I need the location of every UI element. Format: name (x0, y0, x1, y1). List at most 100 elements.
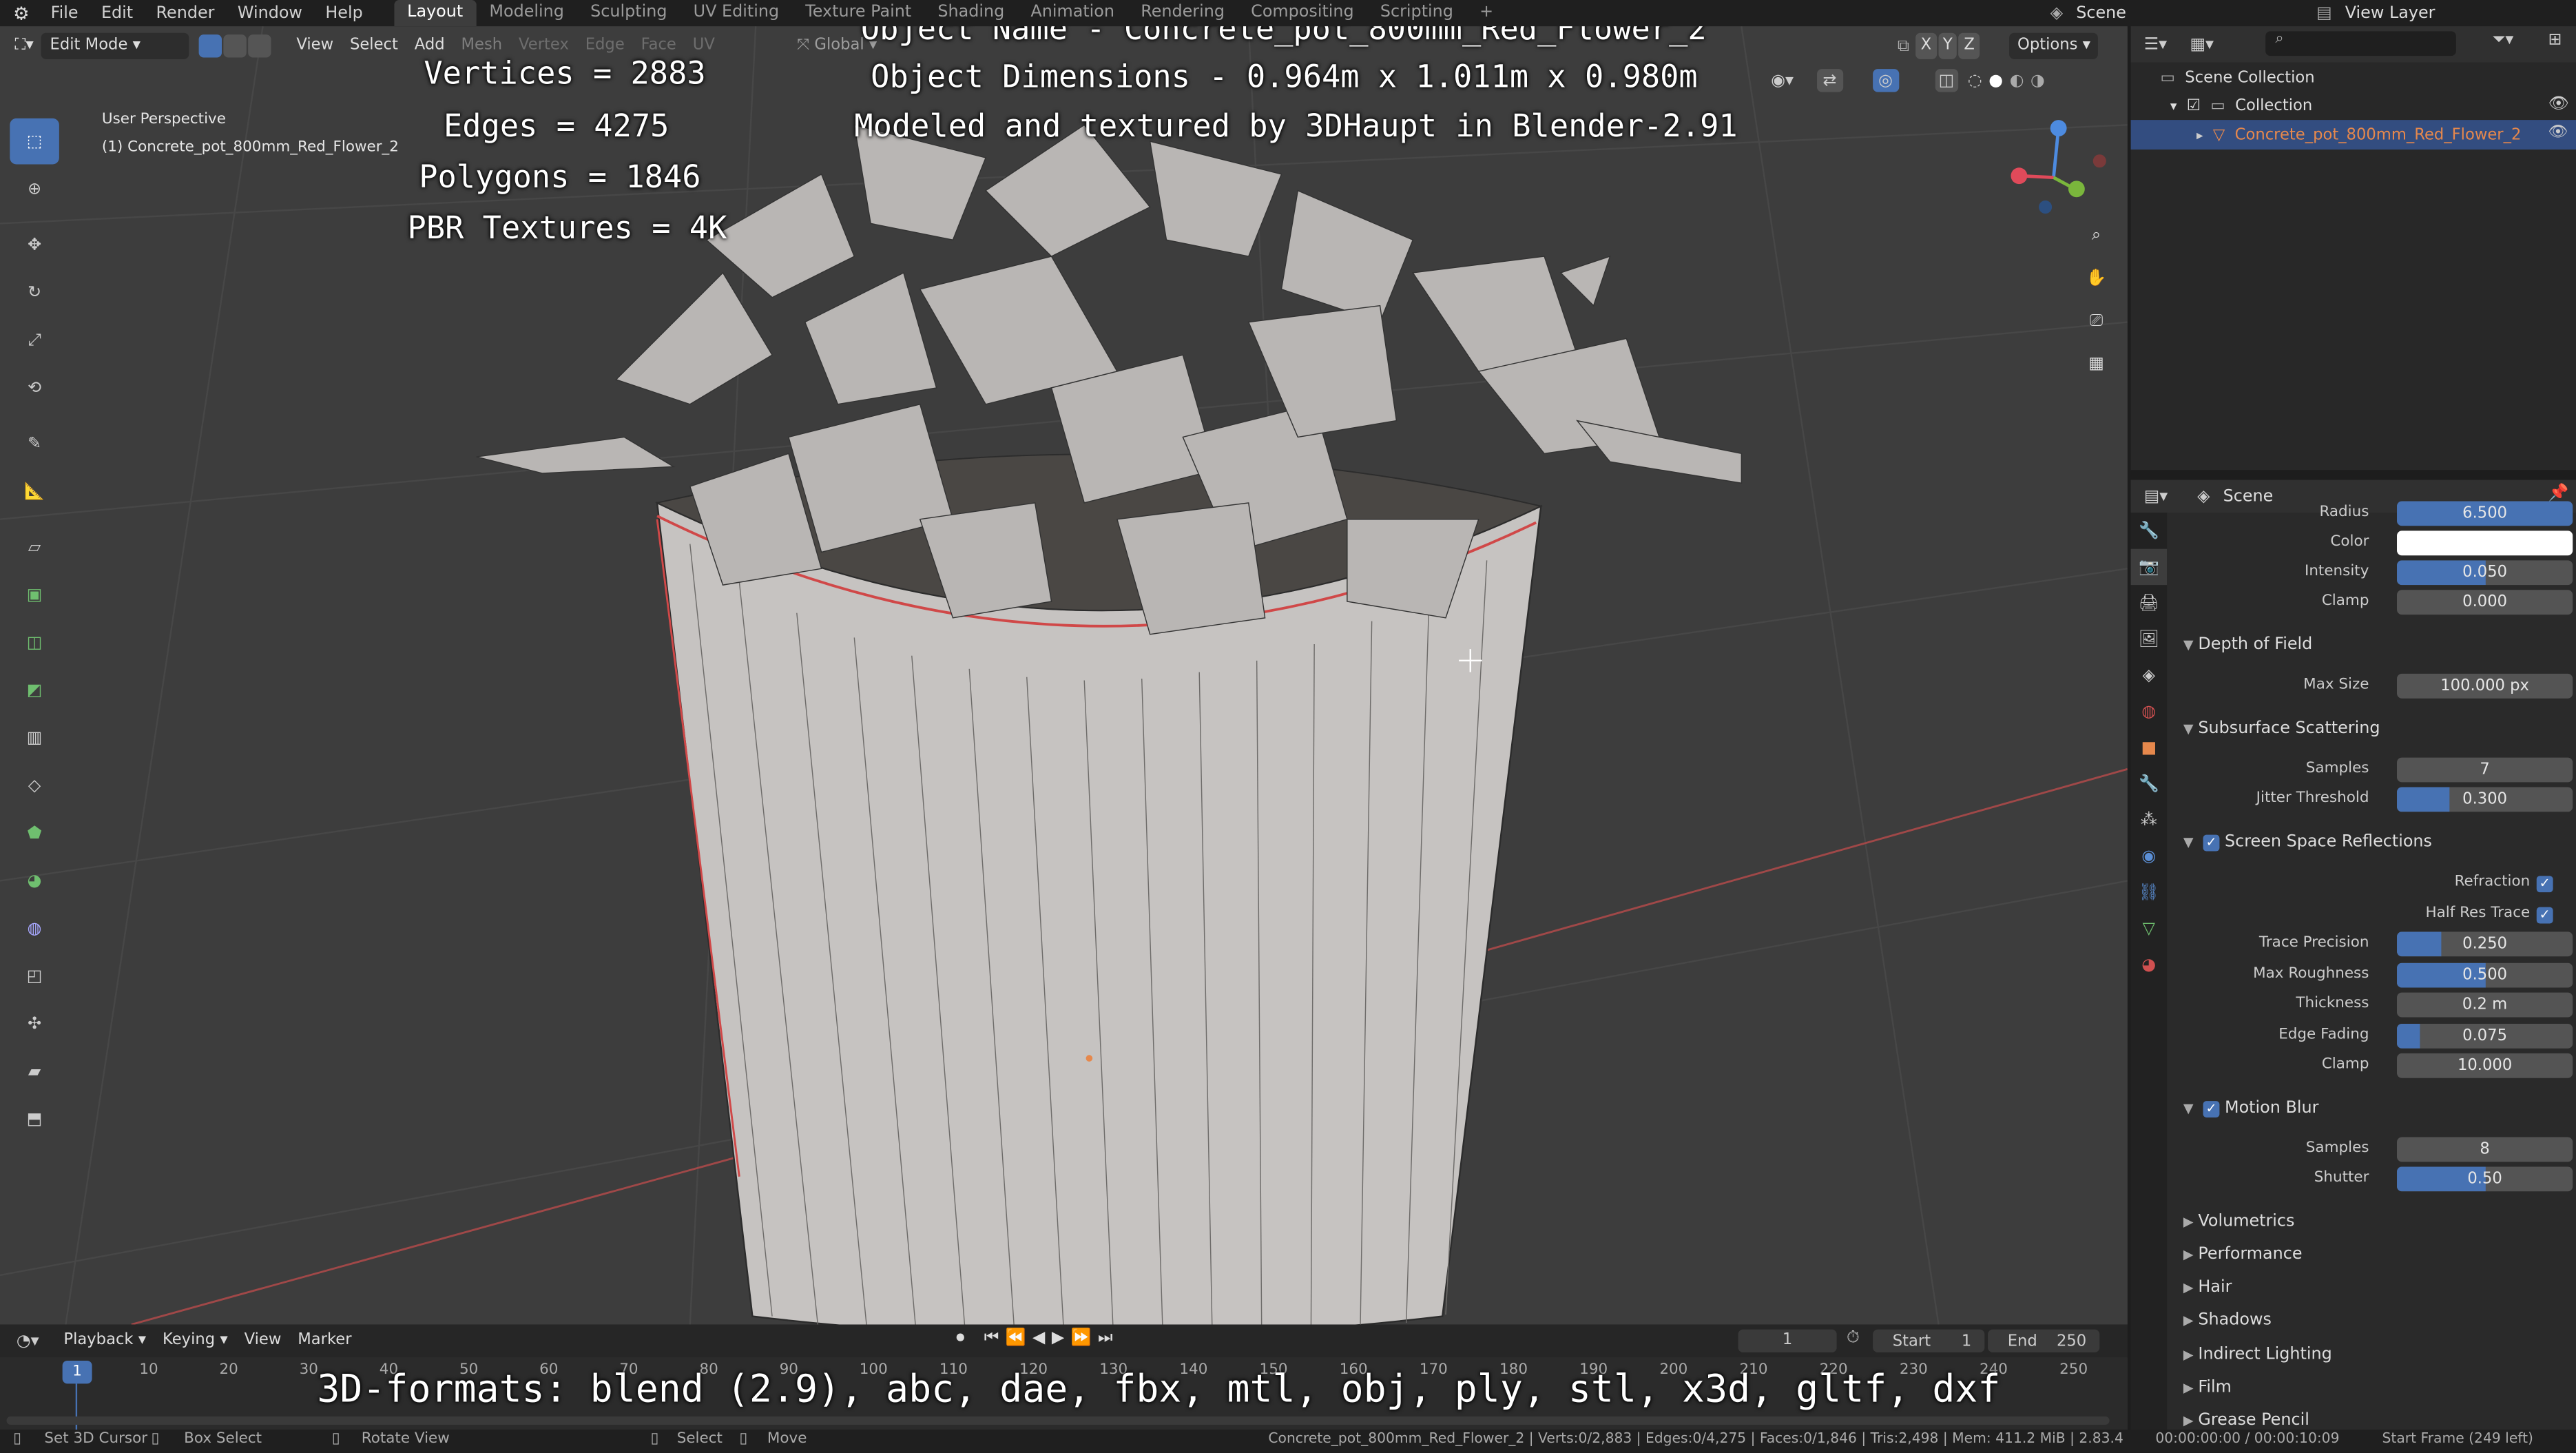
tab-sculpting[interactable]: Sculpting (577, 0, 681, 26)
tab-rendering[interactable]: Rendering (1128, 0, 1238, 26)
edge-slide-tool-icon[interactable]: ◰ (10, 953, 59, 999)
select-box-tool-icon[interactable]: ⬚ (10, 118, 59, 165)
dof-section-header[interactable]: ▼ Depth of Field (2167, 631, 2576, 664)
bloom-intensity-slider[interactable]: 0.050 (2397, 560, 2573, 586)
tab-uv-editing[interactable]: UV Editing (681, 0, 793, 26)
outliner-search-input[interactable]: ⌕ (2265, 31, 2456, 56)
outliner-editor-type-icon[interactable]: ☰▾ (2144, 35, 2167, 53)
rip-tool-icon[interactable]: ⬒ (10, 1096, 59, 1142)
axis-z-toggle[interactable]: Z (1959, 32, 1980, 59)
scene-tab-icon[interactable]: ◈ (2131, 657, 2167, 693)
viewport-scene[interactable] (0, 26, 2128, 1325)
render-tab-icon[interactable]: 📷 (2130, 548, 2168, 586)
playhead[interactable]: 1 (62, 1360, 92, 1384)
menu-window[interactable]: Window (238, 4, 302, 22)
motion-blur-section-header[interactable]: ▼ ✓ Motion Blur (2167, 1095, 2576, 1128)
bloom-color-swatch[interactable] (2397, 530, 2573, 556)
outliner-collection[interactable]: ▾ ☑ ▭ Collection (2170, 97, 2312, 115)
bevel-tool-icon[interactable]: ◩ (10, 667, 59, 713)
display-mode-icon[interactable]: ▦▾ (2190, 35, 2214, 53)
rotate-tool-icon[interactable]: ↻ (10, 269, 59, 316)
options-button[interactable]: Options ▾ (2009, 32, 2099, 59)
smooth-tool-icon[interactable]: ◍ (10, 905, 59, 951)
motion-blur-enable-checkbox[interactable]: ✓ (2203, 1101, 2220, 1117)
vertex-select-mode-icon[interactable] (199, 34, 223, 58)
poly-build-tool-icon[interactable]: ⬟ (10, 810, 59, 856)
mb-samples-field[interactable]: 8 (2397, 1137, 2573, 1162)
tab-shading[interactable]: Shading (924, 0, 1017, 26)
jump-start-icon[interactable]: ⏮ (984, 1330, 999, 1348)
knife-tool-icon[interactable]: ◇ (10, 763, 59, 809)
wireframe-shading-icon[interactable]: ◌ (1968, 72, 1982, 90)
world-tab-icon[interactable]: ◍ (2131, 694, 2167, 730)
move-tool-icon[interactable]: ✥ (10, 222, 59, 268)
bloom-clamp-field[interactable]: 0.000 (2397, 590, 2573, 615)
properties-editor-type-icon[interactable]: ▤▾ (2144, 487, 2168, 505)
transform-tool-icon[interactable]: ⟲ (10, 365, 59, 411)
mode-selector[interactable]: Edit Mode ▾ (41, 32, 190, 59)
tool-tab-icon[interactable]: 🔧 (2131, 513, 2167, 548)
material-shading-icon[interactable]: ◐ (2010, 72, 2024, 90)
data-tab-icon[interactable]: ▽ (2131, 910, 2167, 946)
ssr-section-header[interactable]: ▼ ✓ Screen Space Reflections (2167, 828, 2576, 861)
sss-jitter-slider[interactable]: 0.300 (2397, 787, 2573, 812)
extrude-tool-icon[interactable]: ▣ (10, 572, 59, 618)
menu-file[interactable]: File (51, 4, 79, 22)
indirect-lighting-section-header[interactable]: ▶ Indirect Lighting (2167, 1341, 2576, 1374)
pan-hand-icon[interactable]: ✋ (2080, 269, 2113, 312)
ssr-edge-slider[interactable]: 0.075 (2397, 1023, 2573, 1049)
zoom-icon[interactable]: ⌕ (2080, 227, 2113, 269)
timeline-editor[interactable]: ◔▾ Playback ▾ Keying ▾ View Marker ⏺ ⏮ ⏪… (0, 1324, 2128, 1430)
expand-arrow-icon[interactable]: ▸ (2196, 127, 2203, 142)
menu-render[interactable]: Render (156, 4, 215, 22)
end-frame-field[interactable]: End 250 (1988, 1329, 2100, 1353)
annotate-tool-icon[interactable]: ✎ (10, 421, 59, 467)
new-collection-icon[interactable]: ⊞ (2548, 31, 2562, 49)
scene-selector[interactable]: ◈ Scene (2050, 0, 2126, 26)
tab-modeling[interactable]: Modeling (476, 0, 577, 26)
keying-menu[interactable]: Keying ▾ (154, 1328, 236, 1354)
play-reverse-icon[interactable]: ◀ (1032, 1330, 1045, 1348)
visibility-icon[interactable]: ◉▾ (1771, 72, 1794, 90)
scale-tool-icon[interactable]: ⤢ (10, 317, 59, 363)
cursor-tool-icon[interactable]: ⊕ (10, 166, 59, 212)
volumetrics-section-header[interactable]: ▶ Volumetrics (2167, 1208, 2576, 1241)
view-layer-tab-icon[interactable]: 🖼 (2131, 621, 2167, 657)
xray-toggle-icon[interactable]: ◫ (1935, 69, 1958, 92)
measure-tool-icon[interactable]: 📐 (10, 468, 59, 515)
inset-tool-icon[interactable]: ◫ (10, 619, 59, 666)
play-icon[interactable]: ▶ (1052, 1330, 1064, 1348)
solid-shading-icon[interactable]: ● (1988, 72, 2003, 90)
object-visibility-icon[interactable]: 👁 (2548, 123, 2568, 141)
editor-type-icon[interactable]: ⛶▾ (7, 33, 42, 59)
menu-edit[interactable]: Edit (101, 4, 133, 22)
view-layer-selector[interactable]: ▤ View Layer (2316, 0, 2435, 26)
current-frame-field[interactable]: 1 (1738, 1329, 1837, 1353)
loop-cut-tool-icon[interactable]: ▥ (10, 715, 59, 761)
menu-select[interactable]: Select (342, 33, 406, 59)
sss-samples-field[interactable]: 7 (2397, 757, 2573, 783)
outliner-object-row[interactable]: ▸ ▽ Concrete_pot_800mm_Red_Flower_2 👁 (2130, 120, 2576, 150)
dof-max-size-field[interactable]: 100.000 px (2397, 673, 2573, 699)
physics-tab-icon[interactable]: ◉ (2131, 838, 2167, 874)
ssr-thickness-field[interactable]: 0.2 m (2397, 992, 2573, 1018)
face-select-mode-icon[interactable] (249, 34, 272, 58)
ssr-clamp-field[interactable]: 10.000 (2397, 1053, 2573, 1078)
playback-menu[interactable]: Playback ▾ (56, 1328, 155, 1354)
edge-select-mode-icon[interactable] (224, 34, 247, 58)
blender-logo-icon[interactable]: ⚙ (13, 3, 30, 24)
menu-help[interactable]: Help (325, 4, 362, 22)
overlay-toggle-icon[interactable]: ◎ (1872, 69, 1899, 92)
axis-y-toggle[interactable]: Y (1938, 32, 1957, 59)
tab-animation[interactable]: Animation (1017, 0, 1128, 26)
material-tab-icon[interactable]: ◕ (2131, 947, 2167, 982)
ssr-enable-checkbox[interactable]: ✓ (2203, 834, 2220, 852)
ssr-roughness-slider[interactable]: 0.500 (2397, 962, 2573, 988)
mb-shutter-slider[interactable]: 0.50 (2397, 1166, 2573, 1192)
filter-icon[interactable]: ⏷▾ (2492, 31, 2513, 49)
collection-checkbox[interactable]: ☑ (2187, 97, 2201, 115)
object-tab-icon[interactable]: ■ (2131, 730, 2167, 765)
tab-scripting[interactable]: Scripting (1367, 0, 1466, 26)
modifier-tab-icon[interactable]: 🔧 (2131, 766, 2167, 802)
sss-section-header[interactable]: ▼ Subsurface Scattering (2167, 715, 2576, 748)
